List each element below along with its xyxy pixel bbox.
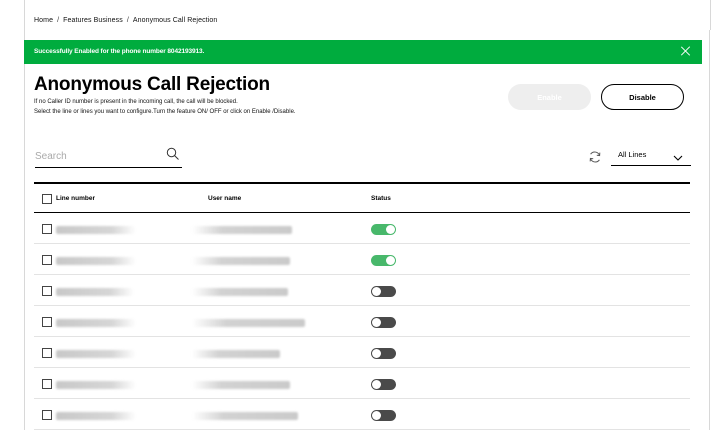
- table-row: [34, 368, 690, 399]
- search-box: [35, 143, 182, 168]
- line-number-redacted: [56, 257, 136, 265]
- close-icon[interactable]: [680, 45, 692, 57]
- user-name-redacted: [192, 319, 305, 327]
- column-header-user-name[interactable]: User name: [208, 195, 241, 202]
- line-number-redacted: [56, 288, 134, 296]
- table-body: [34, 213, 690, 430]
- row-checkbox[interactable]: [42, 255, 52, 265]
- toggle-knob: [386, 225, 395, 234]
- select-all-checkbox[interactable]: [42, 194, 52, 204]
- status-toggle[interactable]: [371, 224, 396, 235]
- line-number-redacted: [56, 381, 136, 389]
- line-number-redacted: [56, 319, 136, 327]
- line-number-redacted: [56, 412, 136, 420]
- status-toggle[interactable]: [371, 255, 396, 266]
- row-checkbox[interactable]: [42, 317, 52, 327]
- status-toggle[interactable]: [371, 410, 396, 421]
- row-checkbox[interactable]: [42, 379, 52, 389]
- table-row: [34, 306, 690, 337]
- disable-button[interactable]: Disable: [601, 84, 684, 110]
- page: Home / Features Business / Anonymous Call Re…: [0, 0, 711, 430]
- toggle-knob: [372, 287, 381, 296]
- line-number-redacted: [56, 350, 136, 358]
- row-checkbox[interactable]: [42, 286, 52, 296]
- row-checkbox[interactable]: [42, 348, 52, 358]
- column-header-status[interactable]: Status: [371, 195, 391, 202]
- toggle-knob: [372, 380, 381, 389]
- user-name-redacted: [192, 350, 280, 358]
- top-bar: [24, 0, 711, 30]
- search-input[interactable]: [35, 151, 155, 162]
- breadcrumb-separator: /: [126, 17, 129, 24]
- toggle-knob: [372, 349, 381, 358]
- toggle-knob: [386, 256, 395, 265]
- status-toggle[interactable]: [371, 317, 396, 328]
- breadcrumb: Home / Features Business / Anonymous Call Re…: [34, 17, 221, 24]
- user-name-redacted: [192, 288, 288, 296]
- user-name-redacted: [192, 412, 298, 420]
- refresh-icon[interactable]: [588, 150, 602, 164]
- breadcrumb-separator: /: [57, 17, 60, 24]
- breadcrumb-features-business[interactable]: Features Business: [63, 17, 123, 24]
- user-name-redacted: [192, 381, 290, 389]
- success-message: Successfully Enabled for the phone numbe…: [34, 48, 205, 55]
- success-banner: Successfully Enabled for the phone numbe…: [24, 40, 702, 64]
- table-row: [34, 337, 690, 368]
- page-title: Anonymous Call Rejection: [34, 74, 270, 95]
- row-checkbox[interactable]: [42, 410, 52, 420]
- table-row: [34, 399, 690, 430]
- lines-filter-value: All Lines: [618, 150, 647, 159]
- status-toggle[interactable]: [371, 348, 396, 359]
- lines-table: Line number User name Status: [34, 182, 690, 430]
- breadcrumb-home[interactable]: Home: [34, 17, 53, 24]
- table-row: [34, 213, 690, 244]
- status-toggle[interactable]: [371, 379, 396, 390]
- page-description: If no Caller ID number is present in the…: [34, 99, 238, 105]
- table-row: [34, 275, 690, 306]
- chevron-down-icon: [673, 149, 683, 161]
- enable-button[interactable]: Enable: [508, 84, 591, 110]
- lines-filter-select[interactable]: All Lines: [611, 143, 691, 166]
- search-icon[interactable]: [166, 147, 180, 161]
- page-instructions: Select the line or lines you want to con…: [34, 109, 296, 115]
- toggle-knob: [372, 318, 381, 327]
- table-row: [34, 244, 690, 275]
- status-toggle[interactable]: [371, 286, 396, 297]
- column-header-line-number[interactable]: Line number: [56, 195, 95, 202]
- user-name-redacted: [192, 226, 292, 234]
- line-number-redacted: [56, 226, 136, 234]
- table-header: Line number User name Status: [34, 182, 690, 213]
- row-checkbox[interactable]: [42, 224, 52, 234]
- toggle-knob: [372, 411, 381, 420]
- breadcrumb-current: Anonymous Call Rejection: [132, 17, 218, 24]
- user-name-redacted: [192, 257, 290, 265]
